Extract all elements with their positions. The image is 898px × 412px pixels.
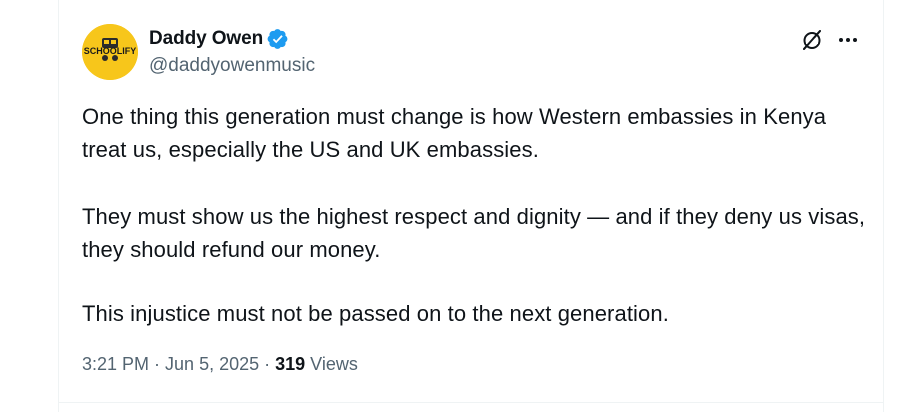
- meta-separator: ·: [259, 354, 276, 374]
- tweet-card[interactable]: SCHOOLIFY Daddy Owen @daddyowenmusic One…: [58, 0, 884, 412]
- tweet-meta: 3:21 PM · Jun 5, 2025 · 319 Views: [82, 354, 358, 375]
- meta-separator: ·: [149, 354, 166, 374]
- avatar-logo-text: SCHOOLIFY: [84, 46, 137, 56]
- author-name-row: Daddy Owen: [149, 26, 289, 52]
- page: SCHOOLIFY Daddy Owen @daddyowenmusic One…: [0, 0, 898, 412]
- tweet-date[interactable]: Jun 5, 2025: [165, 354, 259, 375]
- avatar[interactable]: SCHOOLIFY: [82, 24, 138, 80]
- divider: [59, 402, 883, 403]
- tweet-paragraph-1: One thing this generation must change is…: [82, 104, 827, 162]
- author-handle[interactable]: @daddyowenmusic: [149, 55, 315, 77]
- tweet-time[interactable]: 3:21 PM: [82, 354, 149, 375]
- verified-badge-icon[interactable]: [267, 28, 289, 50]
- more-icon[interactable]: [836, 28, 860, 52]
- views-count: 319: [275, 354, 306, 374]
- grok-icon[interactable]: [800, 28, 824, 52]
- schoolify-logo: SCHOOLIFY: [82, 24, 138, 80]
- views-label: Views: [305, 354, 358, 374]
- tweet-paragraph-3: This injustice must not be passed on to …: [82, 301, 669, 326]
- tweet-paragraph-2: They must show us the highest respect an…: [82, 204, 866, 262]
- tweet-text: One thing this generation must change is…: [82, 100, 872, 326]
- author-display-name[interactable]: Daddy Owen: [149, 28, 263, 50]
